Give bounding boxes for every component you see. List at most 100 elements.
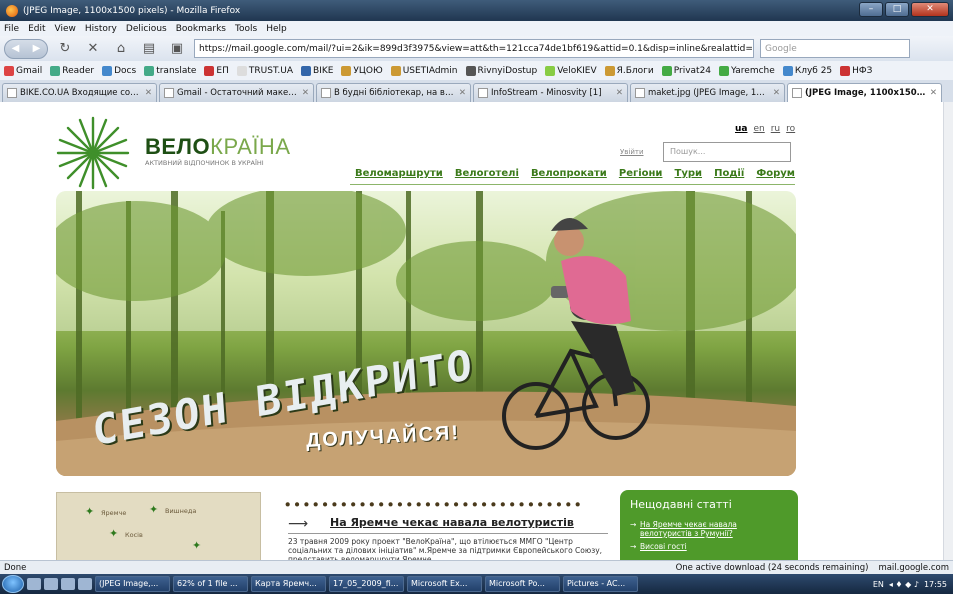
quicklaunch-icon[interactable] [27, 578, 41, 590]
lang-en[interactable]: en [753, 124, 764, 134]
bookmark-item[interactable]: USETIAdmin [390, 65, 458, 76]
close-window-button[interactable]: ✕ [911, 2, 949, 17]
news-headline-link[interactable]: На Яремче чекає навала велотуристів [330, 516, 574, 529]
browser-tab[interactable]: maket.jpg (JPEG Image, 110... ✕ [630, 83, 785, 102]
tag-icon[interactable]: ▣ [166, 40, 188, 58]
status-domain: mail.google.com [878, 562, 949, 573]
minimize-button[interactable]: – [859, 2, 883, 17]
menu-file[interactable]: File [4, 24, 19, 34]
bookmark-item[interactable]: НФЗ [840, 65, 872, 76]
lang-ro[interactable]: ro [786, 124, 795, 134]
home-icon[interactable]: ⌂ [110, 40, 132, 58]
windows-taskbar: (JPEG Image,... 62% of 1 file ... Карта Яр… [0, 574, 953, 594]
quicklaunch-icon[interactable] [44, 578, 58, 590]
window-titlebar: (JPEG Image, 1100x1500 pixels) - Mozilla… [0, 0, 953, 21]
clock[interactable]: 17:55 [924, 580, 947, 589]
nav-forum[interactable]: Форум [756, 168, 795, 179]
recent-article-link[interactable]: Висові гості [630, 542, 788, 551]
language-indicator[interactable]: EN [873, 580, 884, 589]
bookmark-item[interactable]: Privat24 [661, 65, 711, 76]
browser-tab[interactable]: Gmail - Остаточний макет ... ✕ [159, 83, 314, 102]
address-bar[interactable]: https://mail.google.com/mail/?ui=2&ik=89… [194, 39, 754, 58]
menu-tools[interactable]: Tools [235, 24, 257, 34]
taskbar-task[interactable]: Pictures - AC... [563, 576, 638, 592]
back-forward-buttons[interactable]: ◀ ▶ [4, 38, 48, 59]
news-divider [288, 533, 608, 534]
bookmark-item[interactable]: Yaremche [719, 65, 775, 76]
recent-articles-panel: Нещодавні статті На Яремче чекає навала … [620, 490, 798, 560]
nav-events[interactable]: Події [714, 168, 744, 179]
menu-view[interactable]: View [55, 24, 76, 34]
close-tab-icon[interactable]: ✕ [930, 88, 937, 98]
region-map-thumbnail[interactable]: ✦ Яремче ✦ Вишнеда ✦ Косів ✦ [56, 492, 261, 560]
bookmark-item[interactable]: ЕП [204, 65, 229, 76]
taskbar-task[interactable]: Microsoft Po... [485, 576, 560, 592]
menu-help[interactable]: Help [266, 24, 287, 34]
forward-icon[interactable]: ▶ [33, 43, 41, 54]
taskbar-task[interactable]: 62% of 1 file ... [173, 576, 248, 592]
site-search-input[interactable]: Пошук... [663, 142, 791, 162]
browser-tab[interactable]: (JPEG Image, 1100x1500 ... ✕ [787, 83, 942, 102]
tab-label: maket.jpg (JPEG Image, 110... [648, 88, 770, 98]
stop-icon[interactable]: ✕ [82, 40, 104, 58]
back-icon[interactable]: ◀ [12, 43, 20, 54]
taskbar-task[interactable]: (JPEG Image,... [95, 576, 170, 592]
maximize-button[interactable]: □ [885, 2, 909, 17]
lang-ua[interactable]: ua [735, 124, 747, 134]
taskbar-task[interactable]: 17_05_2009_fi... [329, 576, 404, 592]
nav-routes[interactable]: Веломаршрути [355, 168, 443, 179]
hero-banner[interactable]: СЕЗОН ВІДКРИТО ДОЛУЧАЙСЯ! [56, 191, 796, 476]
taskbar-task[interactable]: Карта Яремч... [251, 576, 326, 592]
close-tab-icon[interactable]: ✕ [616, 88, 623, 98]
nav-regions[interactable]: Регіони [619, 168, 663, 179]
start-button[interactable] [2, 575, 24, 593]
taskbar-task[interactable]: Microsoft Ex... [407, 576, 482, 592]
close-tab-icon[interactable]: ✕ [773, 88, 780, 98]
bookmark-item[interactable]: Gmail [4, 65, 42, 76]
close-tab-icon[interactable]: ✕ [145, 88, 152, 98]
site-brand[interactable]: ВЕЛОКРАЇНА [145, 134, 291, 160]
bookmark-item[interactable]: УЦОЮ [341, 65, 383, 76]
menu-bookmarks[interactable]: Bookmarks [176, 24, 226, 34]
bookmark-item[interactable]: translate [144, 65, 196, 76]
browser-tab[interactable]: В будні бібліотекар, на вих... ✕ [316, 83, 471, 102]
firefox-icon [6, 4, 18, 17]
reload-icon[interactable]: ↻ [54, 40, 76, 58]
close-tab-icon[interactable]: ✕ [302, 88, 309, 98]
bookmark-favicon-icon [300, 65, 311, 76]
bookmark-item[interactable]: VeloKIEV [545, 65, 597, 76]
language-switcher: ua en ru ro [735, 124, 795, 134]
download-status[interactable]: One active download (24 seconds remainin… [676, 563, 869, 573]
bookmark-item[interactable]: Я.Блоги [604, 65, 654, 76]
bookmark-item[interactable]: RivnyiDostup [465, 65, 537, 76]
tray-icons[interactable]: ◂ ♦ ◆ ♪ [889, 580, 919, 589]
recent-article-link[interactable]: На Яремче чекає навала велотуристів з Ру… [630, 520, 788, 538]
bookmark-item[interactable]: Docs [102, 65, 136, 76]
close-tab-icon[interactable]: ✕ [459, 88, 466, 98]
quicklaunch-icon[interactable] [61, 578, 75, 590]
nav-rentals[interactable]: Велопрокати [531, 168, 607, 179]
address-url: https://mail.google.com/mail/?ui=2&ik=89… [199, 43, 754, 54]
nav-hotels[interactable]: Велоготелі [455, 168, 519, 179]
bookmark-item[interactable]: BIKE [300, 65, 333, 76]
browser-tab[interactable]: BIKE.CO.UA Входящие соо... ✕ [2, 83, 157, 102]
bookmark-item[interactable]: Reader [50, 65, 94, 76]
browser-tab[interactable]: InfoStream - Minosvity [1] ✕ [473, 83, 628, 102]
site-tagline: АКТИВНИЙ ВІДПОЧИНОК В УКРАЇНІ [145, 159, 264, 167]
bookmark-toolbar-icon[interactable]: ▤ [138, 40, 160, 58]
menu-history[interactable]: History [85, 24, 117, 34]
tab-label: Gmail - Остаточний макет ... [177, 88, 299, 98]
quicklaunch-icon[interactable] [78, 578, 92, 590]
bookmark-favicon-icon [50, 65, 61, 76]
bookmark-label: TRUST.UA [248, 65, 293, 76]
nav-tours[interactable]: Тури [675, 168, 703, 179]
search-input[interactable]: Google [760, 39, 910, 58]
bookmark-item[interactable]: Клуб 25 [782, 65, 832, 76]
vertical-scrollbar[interactable] [943, 102, 953, 560]
lang-ru[interactable]: ru [771, 124, 780, 134]
bookmark-label: УЦОЮ [353, 65, 383, 76]
menu-delicious[interactable]: Delicious [126, 24, 167, 34]
menu-edit[interactable]: Edit [28, 24, 45, 34]
login-link[interactable]: Увійти [620, 148, 644, 156]
bookmark-item[interactable]: TRUST.UA [236, 65, 293, 76]
